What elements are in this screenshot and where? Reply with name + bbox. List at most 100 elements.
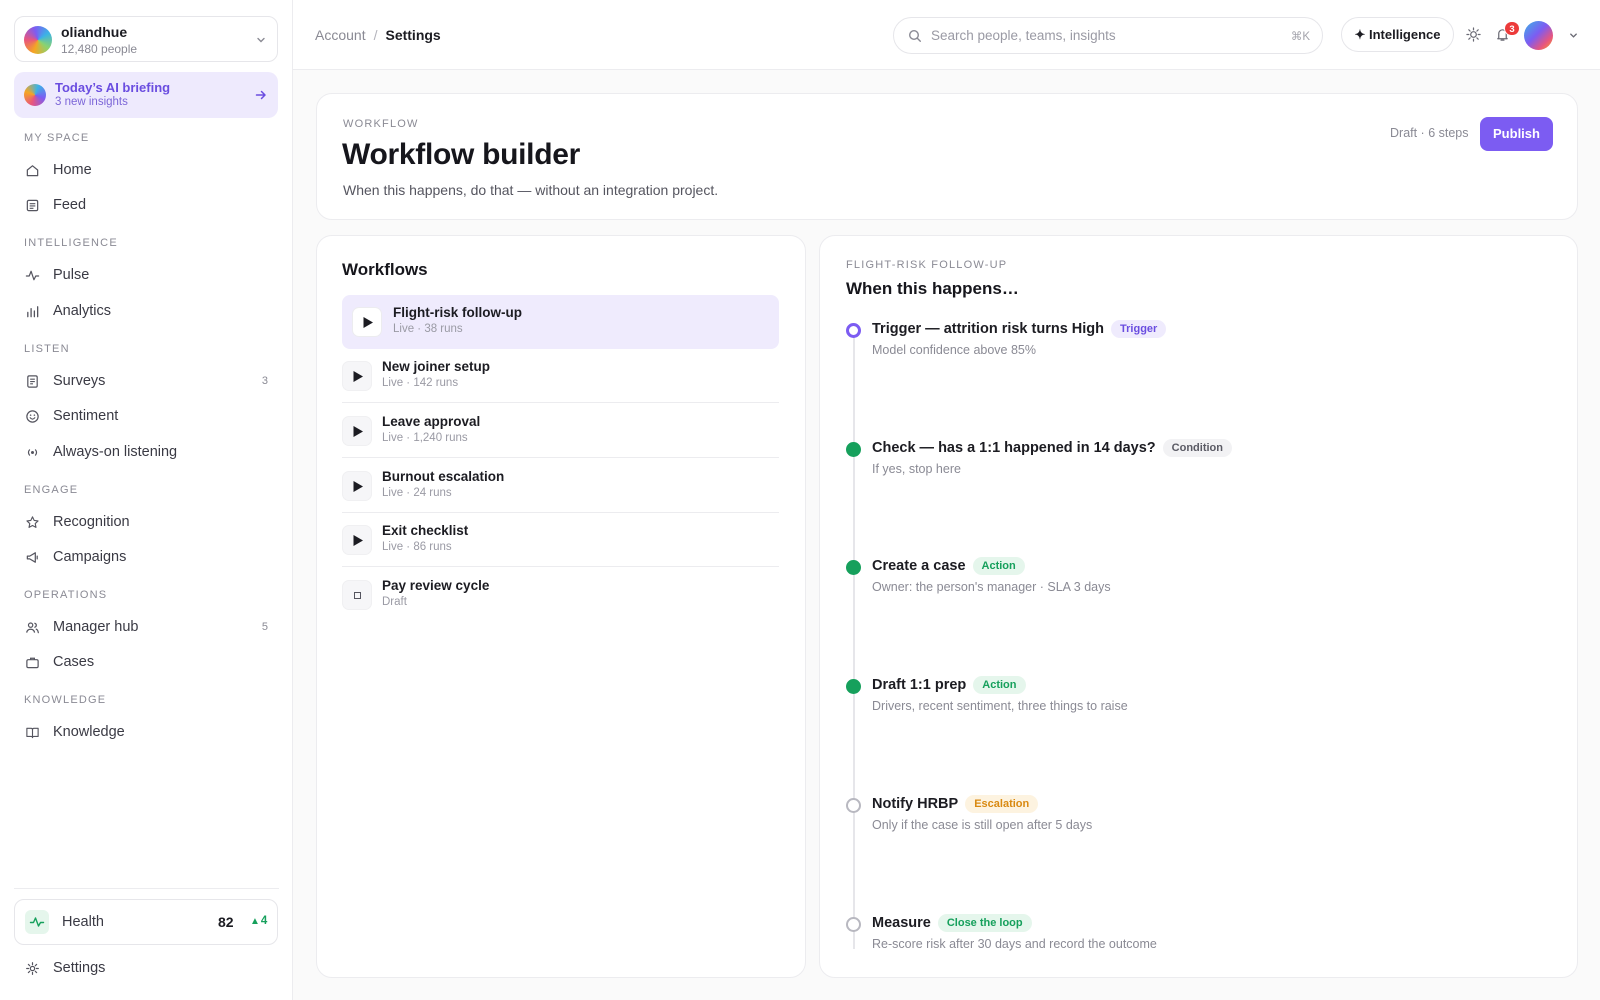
sidebar-item-feed[interactable]: Feed <box>14 189 278 221</box>
step-tag: Close the loop <box>937 914 1032 932</box>
breadcrumb-current: Settings <box>385 27 441 43</box>
workflow-name: Flight-risk follow-up <box>393 305 522 320</box>
workflow-step[interactable]: Create a case Action Owner: the person's … <box>846 557 1546 607</box>
sidebar-item-home[interactable]: Home <box>14 154 278 186</box>
search-input[interactable]: Search people, teams, insights ⌘K <box>893 17 1323 54</box>
org-name: oliandhue <box>61 24 128 40</box>
section-engage: ENGAGE <box>24 484 79 496</box>
draft-button[interactable] <box>342 580 372 610</box>
step-status-dot <box>846 323 861 338</box>
section-intelligence: INTELLIGENCE <box>24 237 118 249</box>
play-button[interactable] <box>342 525 372 555</box>
workflow-item[interactable]: Flight-risk follow-up Live · 38 runs <box>342 295 779 349</box>
step-tag: Escalation <box>965 795 1039 813</box>
play-button[interactable] <box>342 361 372 391</box>
sidebar-item-surveys[interactable]: Surveys 3 <box>14 365 278 397</box>
book-icon <box>26 727 39 739</box>
row-divider <box>342 566 779 567</box>
sidebar-item-label: Knowledge <box>53 724 125 740</box>
row-divider <box>342 457 779 458</box>
step-tag: Trigger <box>1111 320 1167 338</box>
workflows-title: Workflows <box>342 260 428 279</box>
briefcase-icon <box>26 657 39 669</box>
search-shortcut: ⌘K <box>1290 31 1310 43</box>
chevron-down-icon[interactable] <box>1568 30 1579 41</box>
sidebar-item-manager-hub[interactable]: Manager hub 5 <box>14 611 278 643</box>
workflow-step[interactable]: Measure Close the loop Re-score risk afte… <box>846 914 1546 964</box>
play-icon <box>353 371 363 382</box>
ai-briefing-avatar <box>24 84 46 106</box>
intelligence-button[interactable]: ✦ Intelligence <box>1341 17 1454 52</box>
search-icon <box>908 29 921 42</box>
sidebar-item-sentiment[interactable]: Sentiment <box>14 400 278 432</box>
play-icon <box>353 426 363 437</box>
step-description: Model confidence above 85% <box>872 343 1037 357</box>
step-status-dot <box>846 917 861 932</box>
health-icon-wrap <box>25 910 49 934</box>
sidebar-item-campaigns[interactable]: Campaigns <box>14 541 278 573</box>
step-tag: Action <box>973 676 1026 694</box>
broadcast-icon <box>27 449 38 456</box>
workflow-item[interactable]: Leave approval Live · 1,240 runs <box>342 404 779 458</box>
play-icon <box>363 317 373 328</box>
workflow-step[interactable]: Notify HRBP Escalation Only if the case i… <box>846 795 1546 845</box>
arrow-right-icon <box>255 90 266 100</box>
workflow-name: Pay review cycle <box>382 578 490 593</box>
sidebar-item-label: Settings <box>53 960 106 976</box>
workflow-status: Draft <box>382 596 407 608</box>
breadcrumb-separator: / <box>373 27 378 43</box>
health-delta: ▲4 <box>250 915 267 927</box>
workflow-item[interactable]: Pay review cycle Draft <box>342 568 779 622</box>
workflow-status: Live · 142 runs <box>382 377 459 389</box>
workflow-meta: Draft · 6 steps <box>1390 126 1469 140</box>
step-status-dot <box>846 560 861 575</box>
sidebar-item-always-on-listening[interactable]: Always-on listening <box>14 436 278 468</box>
step-status-dot <box>846 798 861 813</box>
workflow-item[interactable]: Burnout escalation Live · 24 runs <box>342 459 779 513</box>
breadcrumb-account[interactable]: Account <box>315 27 366 43</box>
workflow-item[interactable]: New joiner setup Live · 142 runs <box>342 349 779 403</box>
step-description: Only if the case is still open after 5 d… <box>872 818 1093 832</box>
sidebar-item-settings[interactable]: Settings <box>14 952 278 984</box>
health-score: 82 <box>218 914 234 930</box>
step-description: If yes, stop here <box>872 462 961 476</box>
star-icon <box>26 516 39 528</box>
ai-briefing-subtitle: 3 new insights <box>55 96 128 108</box>
workflow-step[interactable]: Check — has a 1:1 happened in 14 days? Co… <box>846 439 1546 489</box>
org-switcher[interactable]: oliandhue 12,480 people <box>14 16 278 62</box>
sidebar-item-recognition[interactable]: Recognition <box>14 506 278 538</box>
play-button[interactable] <box>342 416 372 446</box>
step-title: Notify HRBP <box>872 796 959 812</box>
workflow-step[interactable]: Draft 1:1 prep Action Drivers, recent sen… <box>846 676 1546 726</box>
sidebar-item-cases[interactable]: Cases <box>14 646 278 678</box>
publish-button[interactable]: Publish <box>1480 117 1553 151</box>
analytics-icon <box>27 306 39 318</box>
step-description: Drivers, recent sentiment, three things … <box>872 699 1128 713</box>
surveys-count: 3 <box>261 375 268 387</box>
sun-icon[interactable] <box>1466 27 1481 42</box>
play-button[interactable] <box>352 307 382 337</box>
sidebar-item-label: Feed <box>53 197 87 213</box>
sidebar-item-pulse[interactable]: Pulse <box>14 259 278 291</box>
sidebar-item-knowledge[interactable]: Knowledge <box>14 716 278 748</box>
play-icon <box>353 535 363 546</box>
workflow-name: Leave approval <box>382 414 481 429</box>
step-tag: Action <box>972 557 1025 575</box>
section-knowledge: KNOWLEDGE <box>24 694 107 706</box>
workflow-status: Live · 24 runs <box>382 487 452 499</box>
sidebar-item-analytics[interactable]: Analytics <box>14 295 278 327</box>
ai-briefing[interactable]: Today’s AI briefing 3 new insights <box>14 72 278 118</box>
health-widget[interactable]: Health 82 ▲4 <box>14 899 278 945</box>
play-icon <box>353 481 363 492</box>
sidebar-item-label: Home <box>53 162 92 178</box>
ai-briefing-title: Today’s AI briefing <box>55 80 171 95</box>
step-title: Draft 1:1 prep <box>872 677 967 693</box>
avatar[interactable] <box>1524 21 1553 50</box>
page-eyebrow: WORKFLOW <box>343 118 419 130</box>
workflow-item[interactable]: Exit checklist Live · 86 runs <box>342 513 779 567</box>
triangle-up-icon: ▲ <box>250 916 260 927</box>
workflow-step[interactable]: Trigger — attrition risk turns High Trigg… <box>846 320 1546 370</box>
home-icon <box>26 165 39 177</box>
step-tag: Condition <box>1162 439 1232 457</box>
play-button[interactable] <box>342 471 372 501</box>
